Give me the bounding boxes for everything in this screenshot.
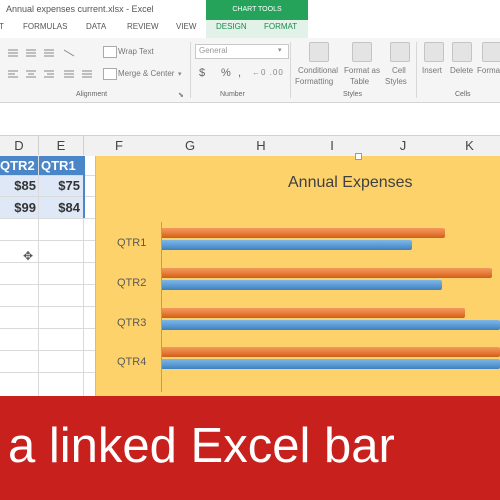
insert-button[interactable]: Insert [422, 66, 442, 75]
category-label-qtr3: QTR3 [117, 317, 147, 329]
grid-line [0, 306, 95, 307]
merge-center-icon [103, 68, 117, 80]
cell-d-row2[interactable]: $99 [0, 200, 36, 215]
styles-group-label: Styles [343, 91, 363, 98]
grid-line [0, 175, 95, 176]
cell-styles-line2[interactable]: Styles [385, 77, 407, 86]
separator [416, 42, 417, 98]
column-header-f[interactable]: F [84, 138, 154, 153]
column-header-d[interactable]: D [0, 138, 38, 153]
align-top-icon[interactable] [6, 46, 76, 64]
category-axis [161, 222, 162, 392]
grid-line [0, 328, 95, 329]
delete-button[interactable]: Delete [450, 66, 473, 75]
chart-title[interactable]: Annual Expenses [288, 174, 413, 192]
alignment-launcher-icon[interactable]: ⬊ [178, 91, 184, 99]
delete-icon [452, 42, 472, 62]
column-header-i[interactable]: I [297, 138, 367, 153]
grid-line [0, 240, 95, 241]
merge-center-button[interactable]: Merge & Center [118, 69, 174, 78]
cell-styles-line1[interactable]: Cell [392, 66, 406, 75]
align-left-icon[interactable] [6, 68, 96, 86]
cell-e-header[interactable]: QTR1 [41, 158, 81, 173]
conditional-formatting-line1[interactable]: Conditional [298, 66, 338, 75]
column-header-e[interactable]: E [39, 138, 83, 153]
wrap-text-icon [103, 46, 117, 58]
insert-icon [424, 42, 444, 62]
separator [190, 42, 191, 98]
cell-d-header[interactable]: QTR2 [0, 158, 38, 173]
cell-e-row1[interactable]: $75 [39, 178, 80, 193]
chevron-down-icon[interactable]: ▾ [178, 70, 182, 78]
number-group-label: Number [220, 91, 245, 98]
chart-tools-label: CHART TOOLS [232, 6, 282, 13]
window-title: Annual expenses current.xlsx - Excel [6, 4, 154, 14]
cell-e-row2[interactable]: $84 [39, 200, 80, 215]
alignment-group-label: Alignment [76, 91, 108, 98]
selection-border [83, 156, 85, 218]
category-label-qtr2: QTR2 [117, 277, 147, 289]
tab-view[interactable]: VIEW [176, 22, 196, 31]
grid-line [0, 284, 95, 285]
format-button[interactable]: Forma [477, 66, 500, 75]
wrap-text-button[interactable]: Wrap Text [118, 47, 154, 56]
divider [83, 136, 84, 155]
currency-button[interactable]: $ [199, 67, 205, 79]
chevron-down-icon: ▾ [278, 47, 282, 54]
cell-d-row1[interactable]: $85 [0, 178, 36, 193]
tab-formulas[interactable]: FORMULAS [23, 22, 67, 31]
column-header-h[interactable]: H [226, 138, 296, 153]
tab-design[interactable]: DESIGN [216, 22, 247, 31]
tab-review[interactable]: REVIEW [127, 22, 159, 31]
grid-line [0, 196, 95, 197]
decimal-buttons-icon[interactable]: ←0 .00 [252, 68, 284, 77]
grid-line [0, 262, 95, 263]
grid-line [0, 350, 95, 351]
tab-format[interactable]: FORMAT [264, 22, 297, 31]
cell-styles-icon [390, 42, 410, 62]
grid-line [0, 372, 95, 373]
divider [38, 136, 39, 155]
chart-resize-handle[interactable] [355, 153, 362, 160]
format-as-table-line1[interactable]: Format as [344, 66, 380, 75]
format-as-table-line2[interactable]: Table [350, 77, 369, 86]
separator [290, 42, 291, 98]
number-format-value: General [199, 46, 228, 55]
category-label-qtr4: QTR4 [117, 356, 147, 368]
category-label-qtr1: QTR1 [117, 237, 147, 249]
conditional-formatting-icon [309, 42, 329, 62]
tab-data[interactable]: DATA [86, 22, 106, 31]
chart-area[interactable] [95, 156, 500, 396]
caption-text: a linked Excel bar [8, 419, 395, 473]
percent-button[interactable]: % [221, 67, 231, 79]
format-as-table-icon [352, 42, 372, 62]
tab-insert-partial[interactable]: T [0, 22, 4, 31]
grid-line [0, 218, 95, 219]
cursor-icon: ✥ [23, 249, 34, 263]
format-icon [482, 42, 500, 62]
column-header-k[interactable]: K [439, 138, 500, 153]
cells-group-label: Cells [455, 91, 471, 98]
column-header-j[interactable]: J [368, 138, 438, 153]
conditional-formatting-line2[interactable]: Formatting [295, 77, 333, 86]
column-header-g[interactable]: G [155, 138, 225, 153]
comma-button[interactable]: , [238, 67, 241, 79]
